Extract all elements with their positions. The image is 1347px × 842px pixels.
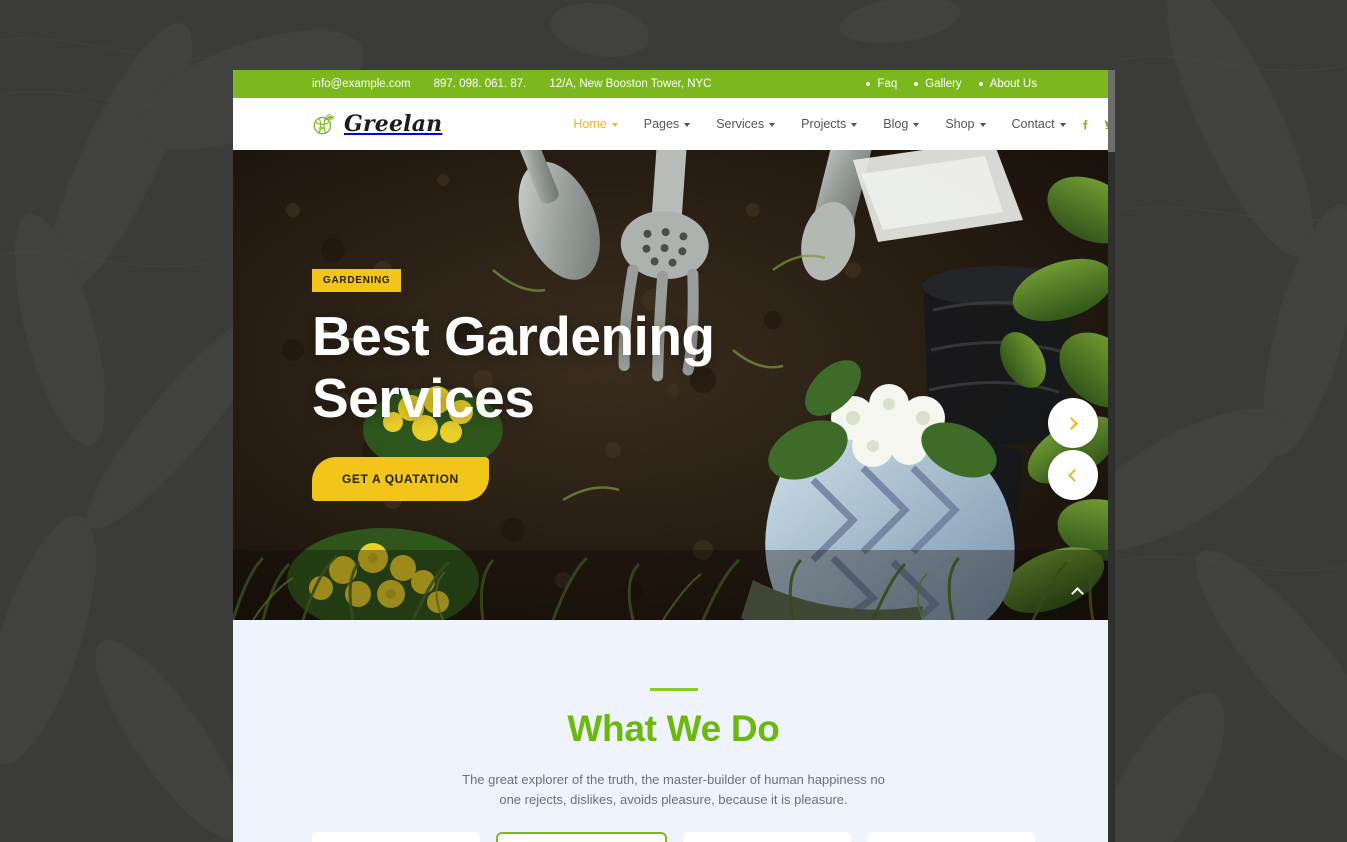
topbar-email[interactable]: info@example.com	[312, 78, 411, 90]
topbar-link-gallery-label: Gallery	[925, 78, 962, 90]
service-cards-row	[233, 832, 1114, 842]
bullet-dot-icon	[866, 82, 871, 86]
topbar-link-about-us[interactable]: About Us	[978, 78, 1037, 90]
topbar-link-gallery[interactable]: Gallery	[914, 78, 962, 90]
top-info-bar: info@example.com 897. 098. 061. 87. 12/A…	[233, 70, 1114, 98]
main-navigation: Home Pages Services Projects Blog Shop C…	[560, 117, 1078, 131]
nav-item-projects[interactable]: Projects	[788, 117, 870, 131]
nav-item-blog[interactable]: Blog	[870, 117, 932, 131]
chevron-down-icon	[769, 123, 776, 127]
chevron-down-icon	[1059, 123, 1066, 127]
nav-item-shop[interactable]: Shop	[932, 117, 998, 131]
globe-leaf-logo-icon	[311, 111, 337, 137]
topbar-link-faq-label: Faq	[877, 78, 898, 90]
page-scrollbar-thumb[interactable]	[1108, 70, 1115, 152]
topbar-links-group: Faq Gallery About Us	[866, 78, 1037, 90]
chevron-left-icon	[1068, 468, 1081, 482]
topbar-address: 12/A, New Booston Tower, NYC	[549, 78, 712, 90]
nav-item-blog-label: Blog	[883, 117, 909, 131]
nav-item-services[interactable]: Services	[703, 117, 788, 131]
topbar-link-about-us-label: About Us	[989, 78, 1037, 90]
chevron-down-icon	[979, 123, 986, 127]
nav-item-pages-label: Pages	[643, 117, 680, 131]
topbar-contact-group: info@example.com 897. 098. 061. 87. 12/A…	[312, 78, 711, 90]
nav-item-contact-label: Contact	[1011, 117, 1055, 131]
carousel-next-button[interactable]	[1048, 398, 1098, 448]
service-card-featured[interactable]	[496, 832, 667, 842]
nav-item-shop-label: Shop	[945, 117, 975, 131]
topbar-phone[interactable]: 897. 098. 061. 87.	[434, 78, 527, 90]
nav-item-services-label: Services	[716, 117, 765, 131]
what-we-do-section: What We Do The great explorer of the tru…	[233, 620, 1114, 842]
get-a-quatation-button[interactable]: GET A QUATATION	[312, 457, 489, 502]
brand-name: Greelan	[344, 111, 443, 137]
bullet-dot-icon	[914, 82, 919, 86]
nav-item-pages[interactable]: Pages	[631, 117, 703, 131]
chevron-down-icon	[611, 123, 618, 127]
topbar-link-faq[interactable]: Faq	[866, 78, 897, 90]
scroll-to-top-button[interactable]	[1068, 582, 1086, 600]
chevron-up-icon	[1070, 586, 1084, 600]
hero-title-line-2: Services	[312, 366, 535, 429]
browser-viewport: info@example.com 897. 098. 061. 87. 12/A…	[233, 70, 1114, 842]
what-we-do-description: The great explorer of the truth, the mas…	[462, 772, 885, 807]
nav-item-contact[interactable]: Contact	[999, 117, 1079, 131]
nav-item-projects-label: Projects	[801, 117, 847, 131]
facebook-icon[interactable]	[1079, 118, 1092, 131]
hero-title: Best Gardening Services	[312, 304, 1114, 429]
nav-item-home-label: Home	[573, 117, 607, 131]
section-divider	[649, 688, 698, 691]
hero-slider: GARDENING Best Gardening Services GET A …	[233, 150, 1114, 620]
carousel-prev-button[interactable]	[1048, 450, 1098, 500]
what-we-do-title: What We Do	[567, 708, 780, 749]
service-card[interactable]	[682, 832, 851, 842]
service-card[interactable]	[312, 832, 481, 842]
service-card[interactable]	[866, 832, 1035, 842]
site-header: Greelan Home Pages Services Projects Blo…	[233, 98, 1114, 150]
hero-title-line-1: Best Gardening	[312, 304, 715, 367]
chevron-down-icon	[851, 123, 858, 127]
hero-category-badge: GARDENING	[312, 268, 402, 292]
chevron-down-icon	[684, 123, 691, 127]
nav-item-home[interactable]: Home	[560, 117, 630, 131]
page-scrollbar-track[interactable]	[1108, 70, 1115, 842]
bullet-dot-icon	[978, 82, 983, 86]
chevron-right-icon	[1065, 416, 1078, 430]
hero-content: GARDENING Best Gardening Services GET A …	[233, 150, 1114, 620]
brand-logo[interactable]: Greelan	[311, 111, 442, 137]
chevron-down-icon	[913, 123, 920, 127]
